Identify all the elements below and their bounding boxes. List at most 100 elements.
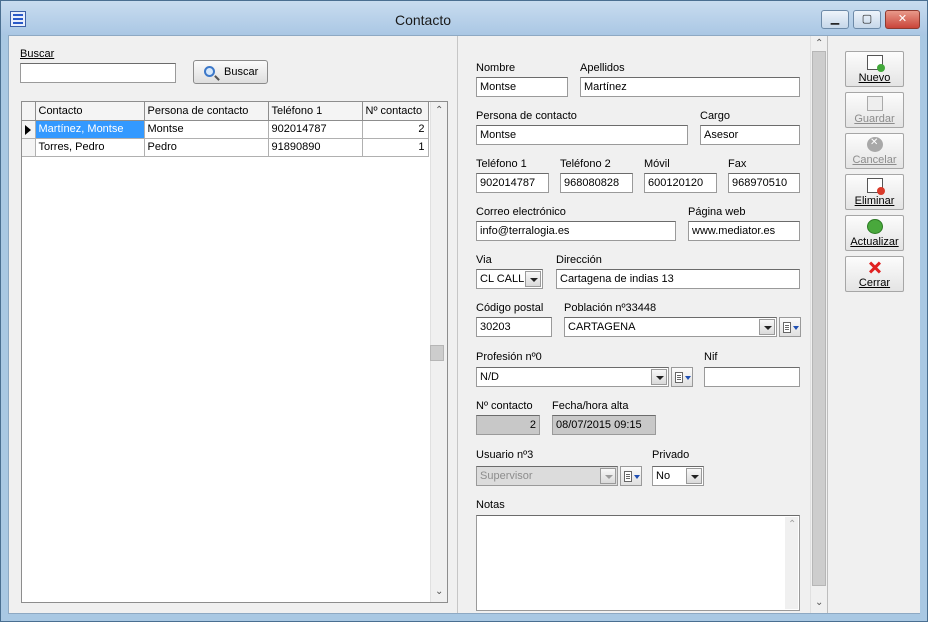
table-row[interactable]: Martínez, Montse Montse 902014787 2 (22, 120, 429, 139)
usuario-lookup-button[interactable] (620, 466, 642, 486)
via-select[interactable]: CL CALLE (476, 269, 543, 289)
cp-field[interactable]: 30203 (476, 317, 552, 337)
cell-persona[interactable]: Montse (144, 120, 269, 139)
privado-label: Privado (652, 449, 690, 461)
cargo-label: Cargo (700, 110, 730, 122)
usuario-value: Supervisor (480, 470, 533, 482)
chevron-down-icon[interactable] (759, 319, 775, 335)
scroll-down-icon[interactable]: ⌄ (435, 587, 443, 597)
scroll-up-icon[interactable]: ⌃ (435, 106, 443, 116)
current-row-pointer-icon (25, 124, 31, 135)
persona-field[interactable]: Montse (476, 125, 688, 145)
fax-label: Fax (728, 158, 747, 170)
apellidos-field[interactable]: Martínez (580, 77, 800, 97)
profesion-select[interactable]: N/D (476, 367, 669, 387)
cell-telefono[interactable]: 91890890 (268, 138, 363, 157)
movil-field[interactable]: 600120120 (644, 173, 717, 193)
column-header-persona[interactable]: Persona de contacto (144, 102, 269, 121)
cerrar-button[interactable]: Cerrar (845, 256, 904, 292)
scroll-thumb[interactable] (812, 51, 826, 586)
tel1-label: Teléfono 1 (476, 158, 527, 170)
profesion-lookup-button[interactable] (671, 367, 693, 387)
client-area: Buscar Buscar Contacto Persona de contac… (8, 35, 920, 614)
privado-select[interactable]: No (652, 466, 704, 486)
persona-label: Persona de contacto (476, 110, 577, 122)
direccion-field[interactable]: Cartagena de indias 13 (556, 269, 800, 289)
scroll-down-icon[interactable]: ⌄ (815, 598, 823, 608)
usuario-label: Usuario nº3 (476, 449, 534, 461)
poblacion-lookup-button[interactable] (779, 317, 801, 337)
document-icon (675, 372, 683, 383)
fax-field[interactable]: 968970510 (728, 173, 800, 193)
cell-contacto[interactable]: Torres, Pedro (35, 138, 145, 157)
splitter-handle[interactable] (430, 345, 444, 361)
title-bar[interactable]: Contacto ▁ ▢ ✕ (1, 1, 927, 35)
cancel-icon (867, 137, 883, 152)
poblacion-label: Población nº33448 (564, 302, 657, 314)
grid-header-row: Contacto Persona de contacto Teléfono 1 … (22, 102, 429, 121)
table-row[interactable]: Torres, Pedro Pedro 91890890 1 (22, 138, 429, 157)
chevron-down-icon[interactable] (525, 271, 541, 287)
guardar-button: Guardar (845, 92, 904, 128)
eliminar-label: Eliminar (854, 195, 895, 207)
cell-contacto[interactable]: Martínez, Montse (35, 120, 145, 139)
close-window-button[interactable]: ✕ (885, 10, 920, 29)
contacts-grid[interactable]: Contacto Persona de contacto Teléfono 1 … (21, 101, 448, 603)
close-icon (867, 260, 883, 275)
notas-textarea[interactable] (476, 515, 800, 611)
cell-telefono[interactable]: 902014787 (268, 120, 363, 139)
scroll-up-icon[interactable]: ⌃ (788, 520, 796, 530)
web-label: Página web (688, 206, 746, 218)
action-panel: Nuevo Guardar Cancelar Eliminar Actualiz… (827, 36, 920, 613)
cancelar-label: Cancelar (852, 154, 897, 166)
nuevo-label: Nuevo (858, 72, 891, 84)
contacto-window: Contacto ▁ ▢ ✕ Buscar Buscar Contacto Pe… (0, 0, 928, 622)
tel1-field[interactable]: 902014787 (476, 173, 549, 193)
column-header-contacto[interactable]: Contacto (35, 102, 145, 121)
cell-persona[interactable]: Pedro (144, 138, 269, 157)
via-value: CL CALLE (480, 273, 532, 285)
via-label: Via (476, 254, 492, 266)
cerrar-label: Cerrar (858, 277, 891, 289)
column-header-telefono[interactable]: Teléfono 1 (268, 102, 363, 121)
notas-scrollbar[interactable]: ⌃ (785, 517, 798, 609)
nif-field[interactable] (704, 367, 800, 387)
cargo-field[interactable]: Asesor (700, 125, 800, 145)
chevron-down-icon[interactable] (686, 468, 702, 484)
row-indicator (22, 138, 36, 157)
column-header-numero[interactable]: Nº contacto (362, 102, 429, 121)
web-field[interactable]: www.mediator.es (688, 221, 800, 241)
cell-numero[interactable]: 2 (362, 120, 429, 139)
search-input[interactable] (20, 63, 176, 83)
nuevo-button[interactable]: Nuevo (845, 51, 904, 87)
eliminar-button[interactable]: Eliminar (845, 174, 904, 210)
chevron-down-icon[interactable] (651, 369, 667, 385)
fecha-alta-label: Fecha/hora alta (552, 400, 629, 412)
profesion-label: Profesión nº0 (476, 351, 542, 363)
poblacion-select[interactable]: CARTAGENA (564, 317, 777, 337)
poblacion-value: CARTAGENA (568, 321, 636, 333)
nombre-field[interactable]: Montse (476, 77, 568, 97)
minimize-button[interactable]: ▁ (821, 10, 849, 29)
tel2-field[interactable]: 968080828 (560, 173, 633, 193)
plus-badge (877, 64, 885, 72)
dropdown-arrow-icon (793, 326, 799, 330)
notas-label: Notas (476, 499, 505, 511)
scroll-up-icon[interactable]: ⌃ (815, 39, 823, 49)
nombre-label: Nombre (476, 62, 516, 74)
num-contacto-label: Nº contacto (476, 400, 533, 412)
delete-document-icon (867, 178, 885, 195)
document-icon (624, 471, 632, 482)
email-label: Correo electrónico (476, 206, 566, 218)
nif-label: Nif (704, 351, 718, 363)
maximize-button[interactable]: ▢ (853, 10, 881, 29)
search-button-label: Buscar (224, 66, 259, 78)
tel2-label: Teléfono 2 (560, 158, 611, 170)
document-icon (783, 322, 791, 333)
email-field[interactable]: info@terralogia.es (476, 221, 676, 241)
form-scrollbar[interactable]: ⌃ ⌄ (810, 36, 827, 613)
usuario-select: Supervisor (476, 466, 618, 486)
actualizar-button[interactable]: Actualizar (845, 215, 904, 251)
search-button[interactable]: Buscar (193, 60, 268, 84)
cell-numero[interactable]: 1 (362, 138, 429, 157)
